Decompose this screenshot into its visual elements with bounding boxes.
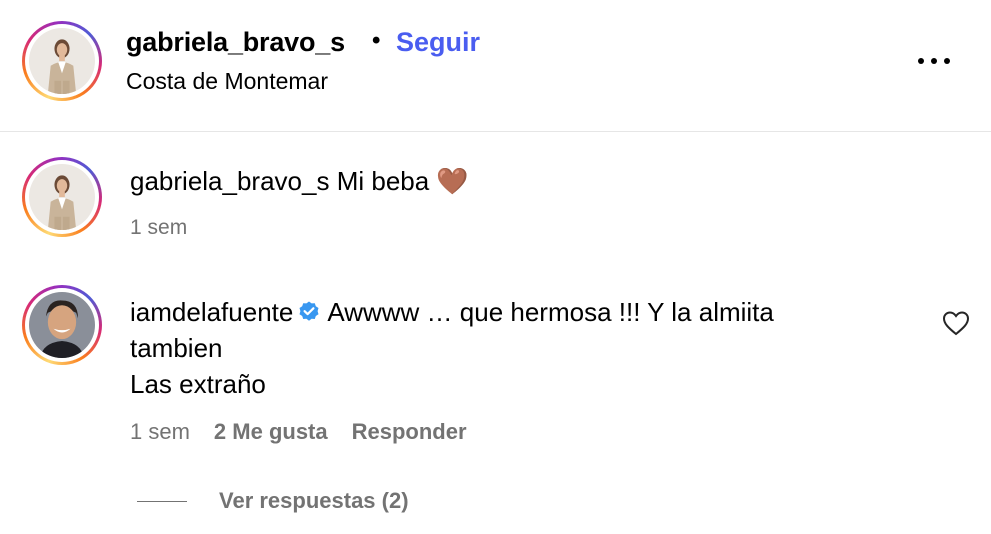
commenter-username[interactable]: iamdelafuente [130, 297, 293, 327]
heart-icon[interactable] [942, 310, 970, 336]
post-location[interactable]: Costa de Montemar [126, 68, 328, 95]
comment-line-3: Las extraño [130, 369, 266, 399]
commenter-avatar[interactable] [22, 285, 102, 365]
view-replies-button[interactable]: Ver respuestas (2) [137, 488, 409, 514]
separator-dot: • [372, 27, 381, 54]
comment-text: iamdelafuente Awwww … que hermosa !!! Y … [130, 294, 890, 402]
reply-button[interactable]: Responder [352, 419, 467, 445]
woman-avatar-image [29, 164, 95, 230]
comment-line-1: Awwww … que hermosa !!! Y la almiita [327, 297, 774, 327]
comment-timestamp[interactable]: 1 sem [130, 419, 190, 445]
author-avatar[interactable] [22, 21, 102, 101]
man-avatar-image [29, 292, 95, 358]
follow-button[interactable]: Seguir [396, 27, 480, 58]
caption-message: Mi beba 🤎 [336, 166, 469, 196]
caption-timestamp[interactable]: 1 sem [130, 216, 187, 240]
comment-meta: 1 sem 2 Me gusta Responder [130, 419, 467, 445]
caption-username[interactable]: gabriela_bravo_s [130, 166, 329, 196]
comment-line-2: tambien [130, 333, 223, 363]
verified-badge-icon [299, 301, 319, 321]
more-options-icon[interactable] [918, 50, 950, 72]
caption-text: gabriela_bravo_s Mi beba 🤎 [130, 166, 469, 197]
view-replies-label: Ver respuestas (2) [219, 488, 409, 513]
replies-divider-line [137, 500, 187, 502]
comment-likes-count[interactable]: 2 Me gusta [214, 419, 328, 445]
author-username[interactable]: gabriela_bravo_s [126, 27, 345, 58]
woman-avatar-image [29, 28, 95, 94]
post-header: gabriela_bravo_s • Seguir Costa de Monte… [0, 0, 991, 132]
caption-avatar[interactable] [22, 157, 102, 237]
